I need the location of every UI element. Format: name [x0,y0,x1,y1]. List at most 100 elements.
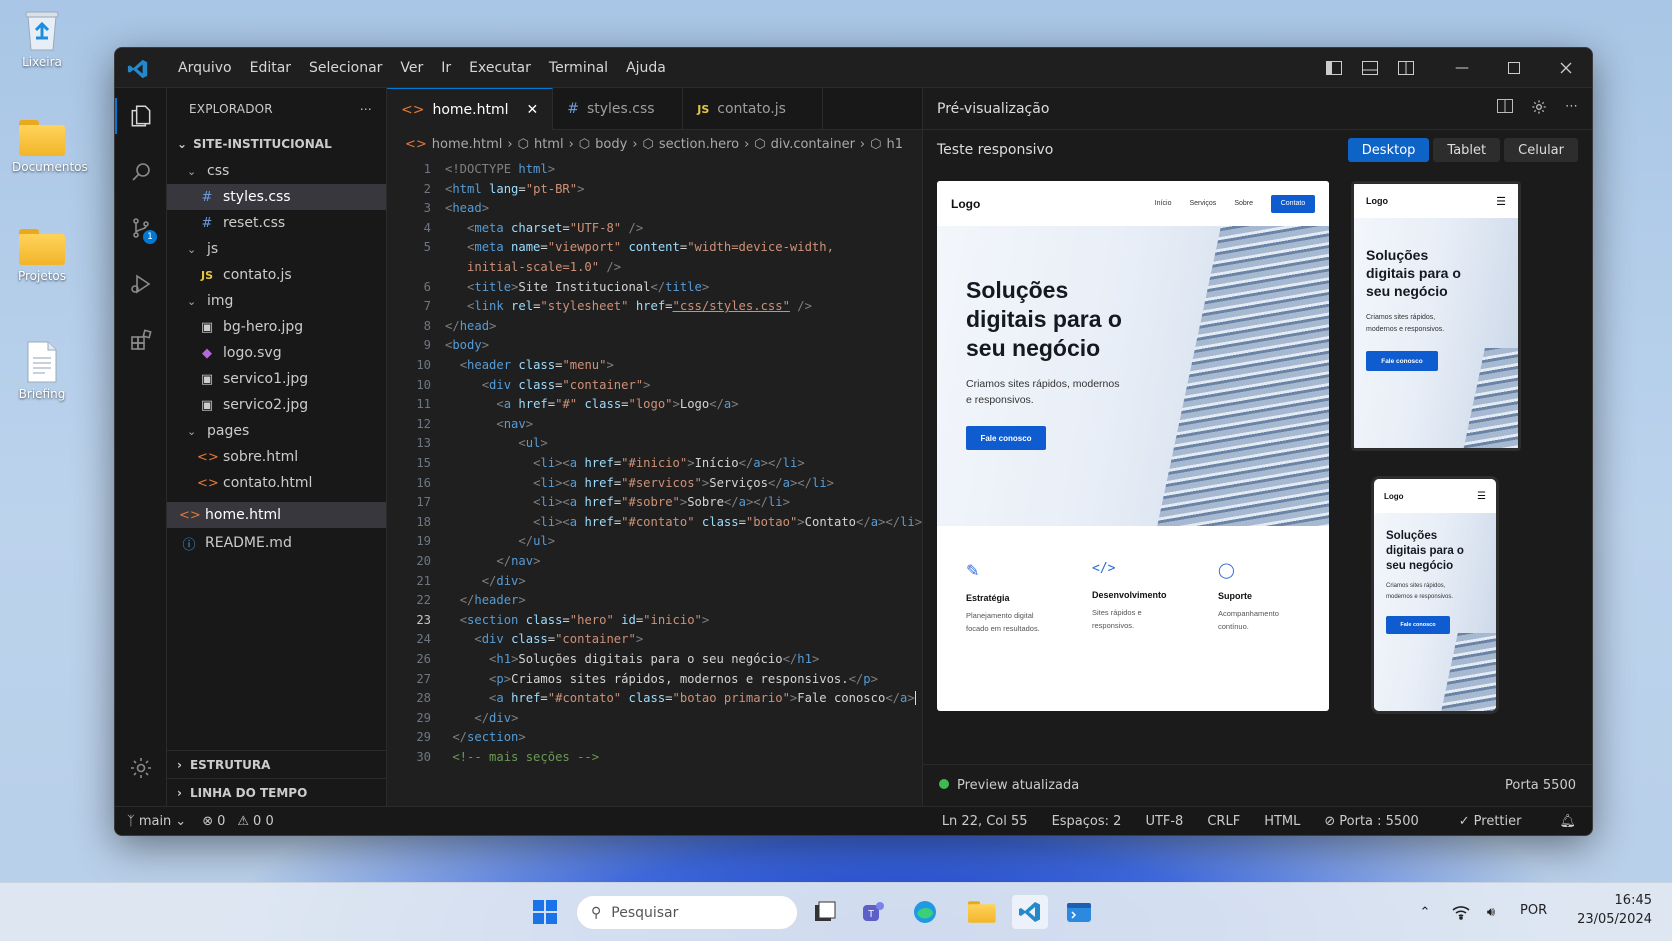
breadcrumb-item[interactable]: html [534,137,564,152]
site-logo: Logo [1366,196,1388,206]
close-icon[interactable] [1540,48,1592,88]
menu-terminal[interactable]: Terminal [540,60,617,76]
language-mode[interactable]: HTML [1252,814,1312,829]
edge-icon[interactable] [910,897,940,927]
desktop-icon-recycle-bin[interactable]: Lixeira [12,8,72,69]
desktop-icon-documentos[interactable]: Documentos [12,120,88,174]
menu-executar[interactable]: Executar [460,60,540,76]
line-endings[interactable]: CRLF [1195,814,1252,829]
tree-folder-js[interactable]: ⌄ js [167,236,386,262]
run-debug-icon[interactable] [115,256,167,312]
mode-celular-button[interactable]: Celular [1504,138,1578,162]
tree-folder-img[interactable]: ⌄ img [167,288,386,314]
tree-folder-css[interactable]: ⌄ css [167,158,386,184]
tree-file-home-html[interactable]: <> home.html [167,502,386,528]
image-file-icon: ▣ [200,319,214,335]
teams-icon[interactable]: T [858,897,888,927]
more-actions-icon[interactable]: ⋯ [1565,99,1578,119]
preview-port: Porta 5500 [1505,778,1576,793]
site-cta-button[interactable]: Fale conosco [1386,616,1450,634]
editor-tabs: <> home.html ✕ # styles.css JS contato.js [387,88,922,130]
hamburger-menu-icon[interactable]: ☰ [1496,195,1506,208]
tree-item-label: servico2.jpg [223,397,309,413]
breadcrumb-item[interactable]: section.hero [659,137,739,152]
site-nav-servicos[interactable]: Serviços [1189,200,1216,207]
section-estrutura[interactable]: › ESTRUTURA [167,750,386,778]
site-nav-inicio[interactable]: Início [1155,200,1172,207]
site-cta-button[interactable]: Fale conosco [1366,351,1438,371]
prettier-indicator[interactable]: ✓ Prettier [1431,814,1544,829]
toggle-secondary-sidebar-icon[interactable] [1388,48,1424,88]
terminal-app-icon[interactable] [1064,897,1094,927]
menu-selecionar[interactable]: Selecionar [300,60,391,76]
search-icon[interactable] [115,144,167,200]
maximize-icon[interactable] [1488,48,1540,88]
menu-arquivo[interactable]: Arquivo [169,60,241,76]
toggle-panel-icon[interactable] [1352,48,1388,88]
breadcrumb-item[interactable]: home.html [432,137,503,152]
menu-ver[interactable]: Ver [391,60,432,76]
tree-file-reset-css[interactable]: # reset.css [167,210,386,236]
mode-tablet-button[interactable]: Tablet [1433,138,1501,162]
site-nav-contato-button[interactable]: Contato [1271,194,1315,213]
toggle-primary-sidebar-icon[interactable] [1316,48,1352,88]
settings-gear-icon[interactable] [115,740,167,796]
code-editor[interactable]: 1 <!DOCTYPE html> 2 <html lang="pt-BR"> 3 <he… [387,160,922,806]
preview-settings-icon[interactable] [1531,99,1547,119]
status-bar: ᛉ main ⌄ ⊗ 0 ⚠ 0 0 Ln 22, Col 55 Espaços: 2 U… [115,806,1592,835]
search-placeholder: Pesquisar [611,904,679,921]
explorer-icon[interactable] [115,88,167,144]
tab-home-html[interactable]: <> home.html ✕ [387,88,554,130]
breadcrumb-item[interactable]: body [595,137,627,152]
wifi-icon[interactable] [1446,897,1476,927]
site-nav-sobre[interactable]: Sobre [1234,200,1253,207]
input-language[interactable]: POR [1520,903,1547,918]
breadcrumb-item[interactable]: div.container [771,137,855,152]
notifications-bell-icon[interactable]: 🔔︎ [1543,814,1592,829]
hamburger-menu-icon[interactable]: ☰ [1477,491,1486,502]
menu-ajuda[interactable]: Ajuda [617,60,675,76]
site-logo: Logo [951,196,981,211]
desktop-icon-briefing[interactable]: Briefing [12,340,72,401]
encoding[interactable]: UTF-8 [1133,814,1195,829]
live-server-port[interactable]: ⊘ Porta : 5500 [1312,814,1430,829]
source-control-icon[interactable]: 1 [115,200,167,256]
close-tab-icon[interactable]: ✕ [527,102,539,118]
chevron-up-icon[interactable]: ⌃ [1410,897,1440,927]
tree-file-contato-js[interactable]: JS contato.js [167,262,386,288]
menu-editar[interactable]: Editar [241,60,300,76]
tree-file-readme-md[interactable]: ⓘ README.md [167,530,386,556]
breadcrumb-item[interactable]: h1 [886,137,903,152]
more-actions-icon[interactable]: ⋯ [360,102,372,116]
problems-indicator[interactable]: ⊗ 0 ⚠ 0 0 [194,814,282,829]
branch-indicator[interactable]: ᛉ main ⌄ [115,814,194,829]
tree-file-sobre-html[interactable]: <> sobre.html [167,444,386,470]
file-explorer-icon[interactable] [962,897,996,927]
mode-desktop-button[interactable]: Desktop [1347,138,1430,162]
desktop-icon-projetos[interactable]: Projetos [12,229,72,283]
tree-file-styles-css[interactable]: # styles.css [167,184,386,210]
tree-file-bg-hero-jpg[interactable]: ▣ bg-hero.jpg [167,314,386,340]
cursor-position[interactable]: Ln 22, Col 55 [930,814,1040,829]
site-cta-button[interactable]: Fale conosco [966,426,1046,450]
tree-file-servico1-jpg[interactable]: ▣ servico1.jpg [167,366,386,392]
indentation[interactable]: Espaços: 2 [1040,814,1134,829]
tree-file-contato-html[interactable]: <> contato.html [167,470,386,496]
minimize-icon[interactable]: — [1436,48,1488,88]
vscode-taskbar-icon[interactable] [1012,895,1048,929]
tree-folder-pages[interactable]: ⌄ pages [167,418,386,444]
extensions-icon[interactable] [115,312,167,368]
start-windows-icon[interactable] [530,897,560,927]
section-linha-do-tempo[interactable]: › LINHA DO TEMPO [167,778,386,806]
menu-ir[interactable]: Ir [432,60,460,76]
tab-styles-css[interactable]: # styles.css [553,88,684,130]
tab-contato-js[interactable]: JS contato.js [683,88,824,130]
taskbar-search[interactable]: ⚲ Pesquisar [576,895,798,930]
split-editor-icon[interactable] [1497,98,1513,119]
project-root[interactable]: ⌄ SITE-INSTITUCIONAL [167,130,386,158]
volume-icon[interactable]: 🔊︎ [1476,897,1506,927]
tree-file-logo-svg[interactable]: ◆ logo.svg [167,340,386,366]
tree-file-servico2-jpg[interactable]: ▣ servico2.jpg [167,392,386,418]
clock[interactable]: 16:45 23/05/2024 [1577,891,1652,929]
task-view-icon[interactable] [810,897,840,927]
